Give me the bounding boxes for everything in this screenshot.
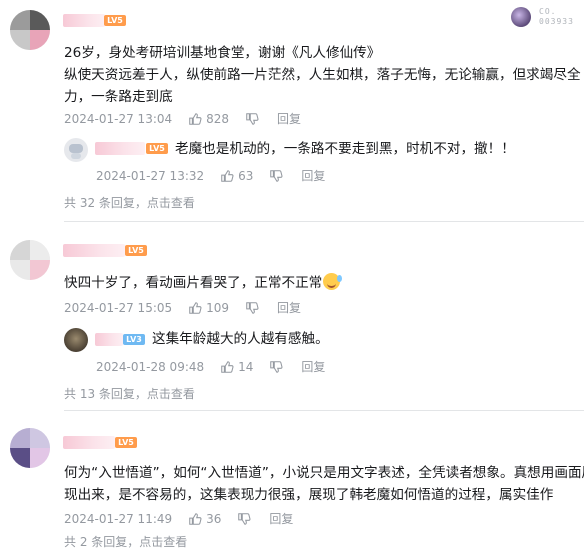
sub-reply-date: 2024-01-27 13:32 [96, 168, 205, 183]
like-button[interactable]: 109 [188, 301, 229, 315]
reply-button[interactable]: 回复 [277, 299, 301, 316]
thumb-down-icon[interactable] [237, 512, 251, 526]
view-more-link[interactable]: 点击查看 [147, 196, 195, 210]
sub-reply-avatar[interactable] [64, 328, 88, 352]
comment-meta: 2024-01-27 13:04 828 回复 [64, 110, 301, 127]
more-replies[interactable]: 共 13 条回复，点击查看 [64, 385, 195, 402]
badge-line2: 003933 [539, 17, 574, 26]
comment-meta: 2024-01-27 11:49 36 回复 [64, 510, 293, 527]
thumb-up-icon [189, 512, 202, 525]
thumb-down-icon[interactable] [245, 112, 259, 126]
sub-reply-username[interactable] [95, 333, 123, 346]
sub-reply-level-badge: LV3 [123, 334, 145, 345]
divider [64, 221, 584, 222]
more-replies-count: 共 2 条回复， [64, 535, 140, 549]
comment-text-line-1: 何为“入世悟道”，如何“入世悟道”，小说只是用文字表述，全凭读者想象。真想用画面… [64, 465, 584, 481]
divider [64, 410, 584, 411]
comment-date: 2024-01-27 11:49 [64, 511, 173, 526]
sub-reply-like-button[interactable]: 14 [220, 360, 253, 374]
like-count: 36 [206, 511, 222, 526]
view-more-link[interactable]: 点击查看 [147, 387, 195, 401]
username[interactable] [63, 436, 115, 449]
more-replies[interactable]: 共 2 条回复，点击查看 [64, 533, 187, 550]
comment-text-line-1: 快四十岁了，看动画片看哭了，正常不正常 [64, 272, 343, 294]
like-button[interactable]: 36 [188, 512, 221, 526]
more-replies-count: 共 13 条回复， [64, 387, 147, 401]
like-count: 828 [206, 111, 230, 126]
level-badge: LV5 [104, 15, 126, 26]
thumb-down-icon[interactable] [269, 169, 283, 183]
comment-date: 2024-01-27 13:04 [64, 111, 173, 126]
top-right-badge: CO. 003933 [511, 6, 583, 30]
comment-text-line-3: 力，一条路走到底 [64, 89, 173, 105]
sub-reply-username[interactable] [95, 142, 145, 155]
level-badge: LV5 [115, 437, 137, 448]
comment-meta: 2024-01-27 15:05 109 回复 [64, 299, 301, 316]
thumb-up-icon [189, 301, 202, 314]
sub-reply-meta: 2024-01-27 13:32 63 回复 [96, 167, 325, 184]
comment-date: 2024-01-27 15:05 [64, 300, 173, 315]
avatar[interactable] [10, 240, 50, 280]
avatar[interactable] [10, 10, 50, 50]
thumb-up-icon [189, 112, 202, 125]
badge-avatar [511, 7, 531, 27]
sub-reply-like-button[interactable]: 63 [220, 169, 253, 183]
like-button[interactable]: 828 [188, 112, 229, 126]
crying-emoji-icon [323, 273, 343, 290]
like-count: 109 [206, 300, 230, 315]
thumb-up-icon [221, 169, 234, 182]
thumb-down-icon[interactable] [245, 301, 259, 315]
sub-reply-level-badge: LV5 [146, 143, 168, 154]
thumb-down-icon[interactable] [269, 360, 283, 374]
thumb-up-icon [221, 360, 234, 373]
username[interactable] [63, 14, 105, 27]
sub-reply-date: 2024-01-28 09:48 [96, 359, 205, 374]
sub-reply-text: 老魔也是机动的，一条路不要走到黑，时机不对，撤！！ [175, 141, 515, 157]
level-badge: LV5 [125, 245, 147, 256]
sub-reply-like-count: 63 [238, 168, 254, 183]
reply-button[interactable]: 回复 [277, 110, 301, 127]
username[interactable] [63, 244, 125, 257]
sub-reply-avatar[interactable] [64, 138, 88, 162]
reply-button[interactable]: 回复 [269, 510, 293, 527]
more-replies[interactable]: 共 32 条回复，点击查看 [64, 194, 195, 211]
more-replies-count: 共 32 条回复， [64, 196, 147, 210]
view-more-link[interactable]: 点击查看 [139, 535, 187, 549]
sub-reply-meta: 2024-01-28 09:48 14 回复 [96, 358, 325, 375]
sub-reply-like-count: 14 [238, 359, 254, 374]
sub-reply-reply-button[interactable]: 回复 [301, 167, 325, 184]
avatar[interactable] [10, 428, 50, 468]
sub-reply-text: 这集年龄越大的人越有感触。 [152, 331, 329, 347]
sub-reply-reply-button[interactable]: 回复 [301, 358, 325, 375]
comment-text-line-1: 26岁，身处考研培训基地食堂，谢谢《凡人修仙传》 [64, 45, 381, 61]
badge-line1: CO. [539, 7, 557, 16]
comment-text-line-2: 纵使天资远差于人，纵使前路一片茫然，人生如棋，落子无悔，无论输赢，但求竭尽全 [64, 67, 581, 83]
comment-text-line-2: 现出来，是不容易的，这集表现力很强，展现了韩老魔如何悟道的过程，属实佳作 [64, 487, 554, 503]
